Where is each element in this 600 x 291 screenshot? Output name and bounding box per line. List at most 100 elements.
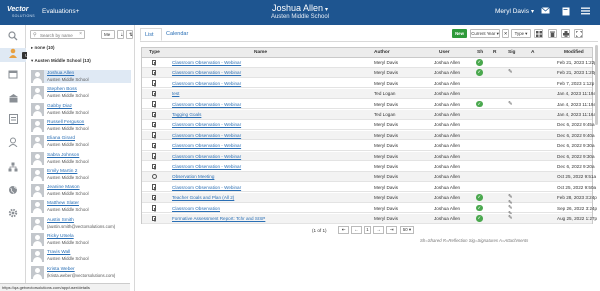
tab-calendar[interactable]: Calendar (162, 28, 196, 41)
person-name[interactable]: Russell Ferguson (47, 120, 84, 125)
table-row[interactable]: Classroom Observation - Webinar Meryl Dav… (142, 120, 595, 131)
page-scrollbar-thumb[interactable] (595, 45, 598, 125)
list-item[interactable]: Eliana Girard Austen Middle School (31, 135, 131, 149)
signature-icon[interactable]: ✎ (508, 215, 515, 221)
signature-icon[interactable]: ✎ (508, 69, 515, 75)
year-select[interactable]: Current Year ▾ (470, 29, 500, 38)
person-name[interactable]: Ricky Utsela (47, 234, 74, 239)
envelope-icon[interactable] (540, 7, 550, 17)
list-item[interactable]: Jeanine Mason Austen Middle School (31, 184, 131, 198)
list-item[interactable]: Austin Smith (austin.smith@vectorsolution… (31, 216, 131, 230)
globe-icon[interactable] (6, 185, 20, 199)
person-name[interactable]: Austin Smith (47, 218, 74, 223)
book-icon[interactable] (561, 7, 571, 17)
person-name[interactable]: Sabra Johnson (47, 153, 79, 158)
list-item[interactable]: Ricky Utsela Austen Middle School (31, 233, 131, 246)
evaluation-name-link[interactable]: Classroom Observation - Webinar (172, 60, 241, 65)
sitemap-icon[interactable] (6, 162, 20, 176)
evaluation-name-link[interactable]: Tagging Goals (172, 112, 201, 117)
evaluation-name-link[interactable]: Classroom Observation - Webinar (172, 122, 241, 127)
me-filter-select[interactable]: Me (101, 30, 115, 39)
tree-group-austen[interactable]: ▾ Austen Middle School (13) (31, 58, 91, 64)
tab-list[interactable]: List (140, 28, 162, 41)
evaluation-name-link[interactable]: Teacher Goals and Plan (All 2) (172, 195, 234, 200)
collapse-toggle-icon[interactable]: ▾ (31, 58, 33, 63)
list-item[interactable]: Sabra Johnson Austen Middle School (31, 151, 131, 165)
prev-page-button[interactable]: ← (351, 226, 362, 234)
list-item[interactable]: Russell Ferguson Austen Middle School (31, 118, 131, 132)
list-item[interactable]: Gabby Diaz Austen Middle School (31, 102, 131, 116)
evaluation-name-link[interactable]: Observation Meeting (172, 174, 214, 179)
page-size-select[interactable]: 50 ▾ (400, 226, 414, 234)
table-row[interactable]: Classroom Observation Meryl Davis Joshua A… (142, 204, 597, 217)
list-item[interactable]: Matthew Slater Austen Middle School (31, 200, 131, 214)
account-menu[interactable]: Meryl Davis ▾ (495, 8, 534, 15)
filter-button[interactable]: ⇣ (117, 30, 124, 39)
table-row[interactable]: Classroom Observation - Webinar Meryl Dav… (142, 130, 595, 141)
search-input[interactable] (40, 32, 76, 38)
table-row[interactable]: test Ted Logan Joshua Allen Jan 4, 2023 11:… (142, 89, 596, 99)
signature-icon[interactable]: ✎ ✎ (508, 205, 515, 217)
table-row[interactable]: Classroom Observation - Webinar Meryl Dav… (142, 183, 596, 193)
clear-filter-button[interactable]: ✕ (502, 29, 509, 38)
person-name[interactable]: Emily Martin 2 (47, 169, 77, 174)
column-header-author[interactable]: Author (374, 50, 390, 55)
search-icon[interactable] (6, 31, 20, 45)
table-row[interactable]: Classroom Observation - Webinar Meryl Dav… (142, 58, 597, 68)
calendar-icon[interactable] (6, 69, 20, 83)
person-name[interactable]: Joshua Allen (47, 71, 74, 76)
next-page-button[interactable]: → (373, 226, 384, 234)
school-icon[interactable] (6, 93, 20, 107)
column-header-name[interactable]: Name (254, 50, 267, 55)
table-row[interactable]: Formative Assessment Report: Tchr and SI… (142, 214, 597, 224)
table-row[interactable]: Classroom Observation - Webinar Meryl Dav… (142, 162, 595, 172)
type-select[interactable]: Type ▾ (511, 29, 531, 38)
evaluation-name-link[interactable]: Classroom Observation - Webinar (172, 70, 241, 75)
evaluation-name-link[interactable]: Classroom Observation - Webinar (172, 143, 241, 148)
column-header-reflection[interactable]: R (493, 50, 496, 55)
grid-view-button[interactable] (534, 29, 543, 38)
person-name[interactable]: Gabby Diaz (47, 104, 72, 109)
person-name[interactable]: Eliana Girard (47, 136, 75, 141)
expand-toggle-icon[interactable]: ▸ (31, 45, 33, 50)
person-name[interactable]: Stephen Boss (47, 87, 77, 92)
person-name[interactable]: Krista Weber (47, 267, 75, 272)
table-row[interactable]: Classroom Observation - Webinar Meryl Dav… (142, 100, 596, 110)
signature-icon[interactable]: ✎ (508, 101, 515, 107)
signature-icon[interactable]: ✎ ✎ (508, 194, 515, 206)
list-item[interactable]: Emily Martin 2 Austen Middle School (31, 167, 131, 181)
evaluation-name-link[interactable]: Formative Assessment Report: Tchr and SI… (172, 216, 265, 221)
column-header-user[interactable]: User (439, 50, 450, 55)
person-name[interactable]: Travis Wall (47, 250, 70, 255)
column-header-attachments[interactable]: A (531, 50, 534, 55)
sort-button[interactable]: ⇅ (126, 30, 133, 39)
evaluation-name-link[interactable]: Classroom Observation - Webinar (172, 81, 241, 86)
evaluation-name-link[interactable]: Classroom Observation - Webinar (172, 185, 241, 190)
column-header-shared[interactable]: Sh (477, 50, 483, 55)
clear-icon[interactable]: × (79, 31, 82, 37)
reports-icon[interactable] (6, 114, 20, 128)
assistant-icon[interactable] (6, 137, 20, 151)
table-row[interactable]: Classroom Observation - Webinar Meryl Dav… (142, 141, 595, 151)
current-user-selector[interactable]: Joshua Allen ▾ (245, 3, 355, 13)
vector-logo[interactable]: Vector SOLUTIONS (4, 4, 40, 22)
table-row[interactable]: Teacher Goals and Plan (All 2) Meryl Davi… (142, 193, 597, 206)
list-item[interactable]: Stephen Boss Austen Middle School (31, 86, 131, 100)
column-header-modified[interactable]: Modified (564, 50, 584, 55)
last-page-button[interactable]: ⇥ (386, 226, 397, 234)
table-row[interactable]: Observation Meeting Meryl Davis Joshua All… (142, 172, 596, 183)
settings-icon[interactable] (6, 208, 20, 222)
hamburger-icon[interactable] (580, 7, 590, 17)
list-item[interactable]: Joshua Allen Austen Middle School (31, 70, 131, 83)
first-page-button[interactable]: ⇤ (338, 226, 349, 234)
print-button[interactable] (561, 29, 570, 38)
column-header-type[interactable]: Type (149, 50, 160, 55)
evaluation-name-link[interactable]: Classroom Observation (172, 206, 220, 211)
table-row[interactable]: Classroom Observation - Webinar Meryl Dav… (142, 151, 595, 162)
fullscreen-button[interactable] (574, 29, 583, 38)
new-button[interactable]: New (452, 29, 467, 38)
person-name[interactable]: Jeanine Mason (47, 185, 80, 190)
user-search[interactable]: ⚲ × (30, 30, 85, 39)
table-row[interactable]: Classroom Observation - Webinar Meryl Dav… (142, 68, 597, 79)
list-item[interactable]: Krista Weber (krista.weber@vectorsolution… (31, 265, 131, 279)
